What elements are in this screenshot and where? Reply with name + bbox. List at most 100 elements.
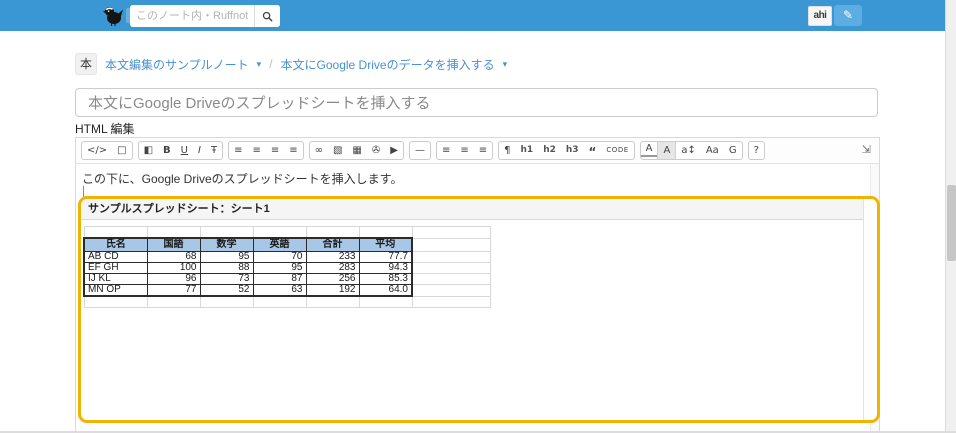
- toolbar-italic-button[interactable]: I: [193, 142, 206, 159]
- toolbar-h2-button[interactable]: h2: [538, 142, 561, 159]
- search-input[interactable]: [130, 5, 254, 27]
- notebook-icon[interactable]: 本: [75, 53, 97, 75]
- breadcrumb-page-link[interactable]: 本文にGoogle Driveのデータを挿入する: [281, 56, 495, 73]
- embed-frame: サンプルスプレッドシート：シート1 氏名国語数学英語合計平均AB CD68957…: [81, 199, 864, 420]
- search-box: [130, 5, 280, 27]
- spreadsheet-grid: 氏名国語数学英語合計平均AB CD68957023377.7EF GH10088…: [83, 226, 491, 308]
- toolbar-group: ≡≡≡: [436, 141, 493, 160]
- sheet-row: AB CD68957023377.7: [84, 252, 490, 263]
- toolbar-h1-button[interactable]: h1: [516, 142, 539, 159]
- breadcrumb-notebook-link[interactable]: 本文編集のサンプルノート: [105, 56, 249, 73]
- sheet-header-cell: 国語: [147, 238, 200, 252]
- toolbar-group: AAa↕AaG: [640, 141, 743, 160]
- ruffnote-page: 0 ahi ✎ 本 本文編集のサンプルノート ▾ / 本文にGoogle Dri…: [0, 0, 956, 433]
- search-button[interactable]: [254, 5, 280, 27]
- toolbar-checkbox-button[interactable]: □: [112, 142, 131, 159]
- sheet-cell: 192: [306, 285, 359, 297]
- chevron-down-icon[interactable]: ▾: [503, 59, 508, 70]
- toolbar-group: ≡≡≡≡: [228, 141, 304, 160]
- toolbar-strikethrough-button[interactable]: Ŧ: [206, 142, 222, 159]
- sheet-empty-cell: [359, 227, 412, 239]
- sheet-empty-cell: [359, 296, 412, 308]
- toolbar-indent-button[interactable]: ≡: [284, 142, 302, 159]
- toolbar-help-button[interactable]: ?: [749, 142, 764, 159]
- toolbar-unordered-list-button[interactable]: ≡: [229, 142, 247, 159]
- toolbar-google-button[interactable]: G: [724, 142, 742, 159]
- sheet-row: 氏名国語数学英語合計平均: [84, 238, 490, 252]
- toolbar-font-size-button[interactable]: a↕: [676, 142, 701, 159]
- sheet-row: EF GH100889528394.3: [84, 263, 490, 274]
- sheet-empty-cell: [253, 227, 306, 239]
- toolbar-code-button[interactable]: CODE: [601, 142, 633, 159]
- sheet-cell: 96: [147, 274, 200, 285]
- toolbar-outdent-button[interactable]: ≡: [266, 142, 284, 159]
- toolbar-group: —: [409, 141, 431, 160]
- sheet-row: [84, 227, 490, 239]
- resize-editor-icon[interactable]: ⇲: [862, 143, 871, 156]
- toolbar-paragraph-button[interactable]: ¶: [499, 142, 515, 159]
- user-avatar[interactable]: ahi: [808, 6, 832, 26]
- toolbar-ordered-list-button[interactable]: ≡: [247, 142, 265, 159]
- toolbar-align-right-button[interactable]: ≡: [474, 142, 492, 159]
- toolbar-underline-button[interactable]: U: [176, 142, 193, 159]
- toolbar-horizontal-rule-button[interactable]: —: [410, 142, 430, 159]
- toolbar-video-button[interactable]: ▶: [385, 142, 403, 159]
- toolbar-align-left-button[interactable]: ≡: [437, 142, 455, 159]
- sheet-cell: 95: [200, 252, 253, 263]
- toolbar-attachment-button[interactable]: ✇: [367, 142, 385, 159]
- sheet-empty-cell: [412, 263, 490, 274]
- page-scrollbar-thumb[interactable]: [947, 185, 956, 261]
- toolbar-bold-button[interactable]: B: [158, 142, 176, 159]
- toolbar-table-button[interactable]: ▦: [347, 142, 366, 159]
- sheet-cell: 95: [253, 263, 306, 274]
- toolbar-align-center-button[interactable]: ≡: [455, 142, 473, 159]
- pencil-icon: ✎: [843, 8, 853, 22]
- sheet-cell: EF GH: [84, 263, 147, 274]
- sheet-empty-cell: [412, 227, 490, 239]
- sheet-cell: 63: [253, 285, 306, 297]
- sheet-empty-cell: [84, 227, 147, 239]
- toolbar-split-view-button[interactable]: ◧: [139, 142, 158, 159]
- sheet-cell: 70: [253, 252, 306, 263]
- page-scrollbar-track[interactable]: [945, 0, 956, 433]
- sheet-empty-cell: [412, 285, 490, 297]
- editor-content-area[interactable]: この下に、Google Driveのスプレッドシートを挿入します。 サンプルスプ…: [76, 164, 879, 433]
- sheet-cell: 100: [147, 263, 200, 274]
- sheet-cell: 68: [147, 252, 200, 263]
- toolbar-group: ∞▧▦✇▶: [309, 141, 404, 160]
- toolbar-group: ◧BUIŦ: [138, 141, 223, 160]
- toolbar-blockquote-button[interactable]: “: [584, 142, 602, 159]
- toolbar-h3-button[interactable]: h3: [561, 142, 584, 159]
- chevron-down-icon[interactable]: ▾: [257, 59, 262, 70]
- sheet-cell: 77: [147, 285, 200, 297]
- edit-note-button[interactable]: ✎: [834, 5, 862, 26]
- sheet-empty-cell: [412, 274, 490, 285]
- sheet-cell: 94.3: [359, 263, 412, 274]
- sheet-header-cell: 合計: [306, 238, 359, 252]
- note-title-input[interactable]: [75, 88, 878, 117]
- sheet-header-cell: 英語: [253, 238, 306, 252]
- sheet-cell: IJ KL: [84, 274, 147, 285]
- toolbar-image-button[interactable]: ▧: [328, 142, 347, 159]
- sheet-empty-cell: [147, 227, 200, 239]
- sheet-cell: 283: [306, 263, 359, 274]
- breadcrumb: 本 本文編集のサンプルノート ▾ / 本文にGoogle Driveのデータを挿…: [75, 53, 507, 75]
- sheet-cell: 256: [306, 274, 359, 285]
- sheet-cell: 87: [253, 274, 306, 285]
- sheet-cell: 88: [200, 263, 253, 274]
- sheet-empty-cell: [200, 296, 253, 308]
- sheet-header-cell: 数学: [200, 238, 253, 252]
- toolbar-text-color-button[interactable]: A: [641, 142, 658, 157]
- sheet-empty-cell: [412, 252, 490, 263]
- sheet-row: MN OP77526319264.0: [84, 285, 490, 297]
- toolbar-link-button[interactable]: ∞: [310, 142, 328, 159]
- toolbar-code-view-button[interactable]: </>: [82, 142, 112, 159]
- toolbar-highlight-color-button[interactable]: A: [657, 142, 676, 159]
- toolbar-font-case-button[interactable]: Aa: [701, 142, 724, 159]
- sheet-cell: AB CD: [84, 252, 147, 263]
- google-drive-spreadsheet-embed[interactable]: サンプルスプレッドシート：シート1 氏名国語数学英語合計平均AB CD68957…: [78, 196, 880, 423]
- sheet-row: [84, 296, 490, 308]
- sheet-header-cell: 氏名: [84, 238, 147, 252]
- sheet-cell: MN OP: [84, 285, 147, 297]
- sheet-empty-cell: [253, 296, 306, 308]
